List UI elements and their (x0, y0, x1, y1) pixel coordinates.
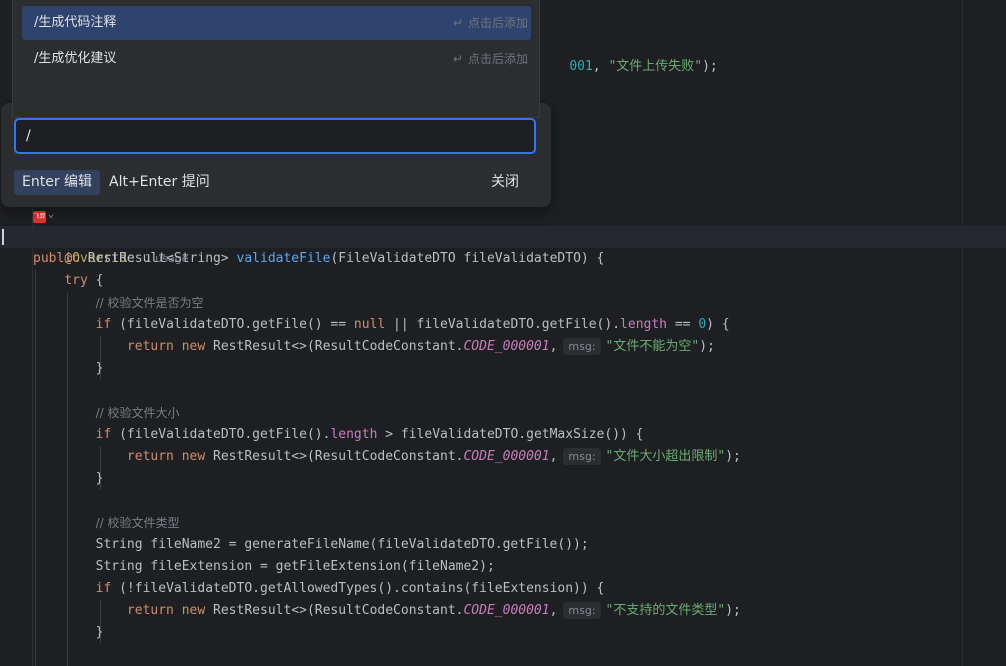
code-line[interactable]: } (33, 468, 104, 490)
alt-enter-ask-button[interactable]: Alt+Enter 提问 (109, 170, 210, 195)
code-string: "文件不能为空" (605, 339, 700, 354)
code-string: "不支持的文件类型" (605, 603, 726, 618)
code-constant: CODE_000001 (463, 603, 550, 618)
chevron-down-icon[interactable]: ⌄ (48, 209, 54, 220)
code-comment: // 校验文件类型 (95, 516, 180, 530)
ai-prompt-popup: Enter 编辑 Alt+Enter 提问 关闭 (1, 103, 551, 207)
code-line[interactable]: @Override 1 usage (33, 226, 188, 266)
code-punct: , (592, 59, 609, 74)
code-string: "文件大小超出限制" (605, 449, 726, 464)
suggestion-hint: ↵ 点击后添加 (452, 52, 528, 66)
prompt-input[interactable] (14, 118, 536, 154)
code-line[interactable]: if (fileValidateDTO.getFile() == null ||… (33, 314, 730, 336)
code-line[interactable]: } (33, 358, 104, 380)
suggestion-hint: ↵ 点击后添加 (452, 16, 528, 30)
code-string: "文件上传失败" (608, 59, 703, 74)
code-constant: CODE_000001 (463, 339, 550, 354)
code-line[interactable]: if (fileValidateDTO.getFile().length > f… (33, 424, 644, 446)
code-line[interactable]: return new RestResult<>(ResultCodeConsta… (33, 336, 715, 358)
close-button[interactable]: 关闭 (491, 170, 519, 195)
code-line[interactable]: 001, "文件上传失败"); (538, 34, 717, 74)
code-comment: // 校验文件是否为空 (95, 296, 204, 310)
code-line[interactable]: // 校验文件大小 (33, 402, 180, 424)
suggestion-label: /生成代码注释 (34, 15, 117, 30)
code-line[interactable]: public RestResult<String> validateFile(F… (33, 248, 604, 270)
enter-edit-button[interactable]: Enter 编辑 (14, 170, 101, 195)
command-suggestion-list: /生成代码注释 ↵ 点击后添加 /生成优化建议 ↵ 点击后添加 (12, 0, 540, 118)
code-line[interactable]: String fileName2 = generateFileName(file… (33, 534, 589, 556)
code-comment: // 校验文件大小 (95, 406, 180, 420)
param-hint: msg: (563, 338, 601, 355)
code-line[interactable]: try { (33, 270, 103, 292)
param-hint: msg: (563, 602, 601, 619)
code-line[interactable]: String fileExtension = getFileExtension(… (33, 556, 495, 578)
code-line[interactable]: return new RestResult<>(ResultCodeConsta… (33, 446, 741, 468)
param-hint: msg: (563, 448, 601, 465)
code-punct: ); (702, 59, 718, 74)
code-number: 001 (569, 59, 593, 74)
suggestion-item[interactable]: /生成优化建议 ↵ 点击后添加 (22, 42, 531, 76)
code-constant: CODE_000001 (463, 449, 550, 464)
code-line[interactable]: return new RestResult<>(ResultCodeConsta… (33, 600, 741, 622)
code-line[interactable]: // 校验文件类型 (33, 512, 180, 534)
code-line[interactable]: // 校验文件是否为空 (33, 292, 204, 314)
vendor-plugin-icon[interactable]: 飞算 (33, 211, 46, 223)
return-icon: ↵ (452, 16, 463, 30)
code-line[interactable]: if (!fileValidateDTO.getAllowedTypes().c… (33, 578, 605, 600)
suggestion-label: /生成优化建议 (34, 51, 117, 66)
return-icon: ↵ (452, 52, 463, 66)
suggestion-item[interactable]: /生成代码注释 ↵ 点击后添加 (22, 6, 531, 40)
code-line[interactable]: } (33, 622, 104, 644)
